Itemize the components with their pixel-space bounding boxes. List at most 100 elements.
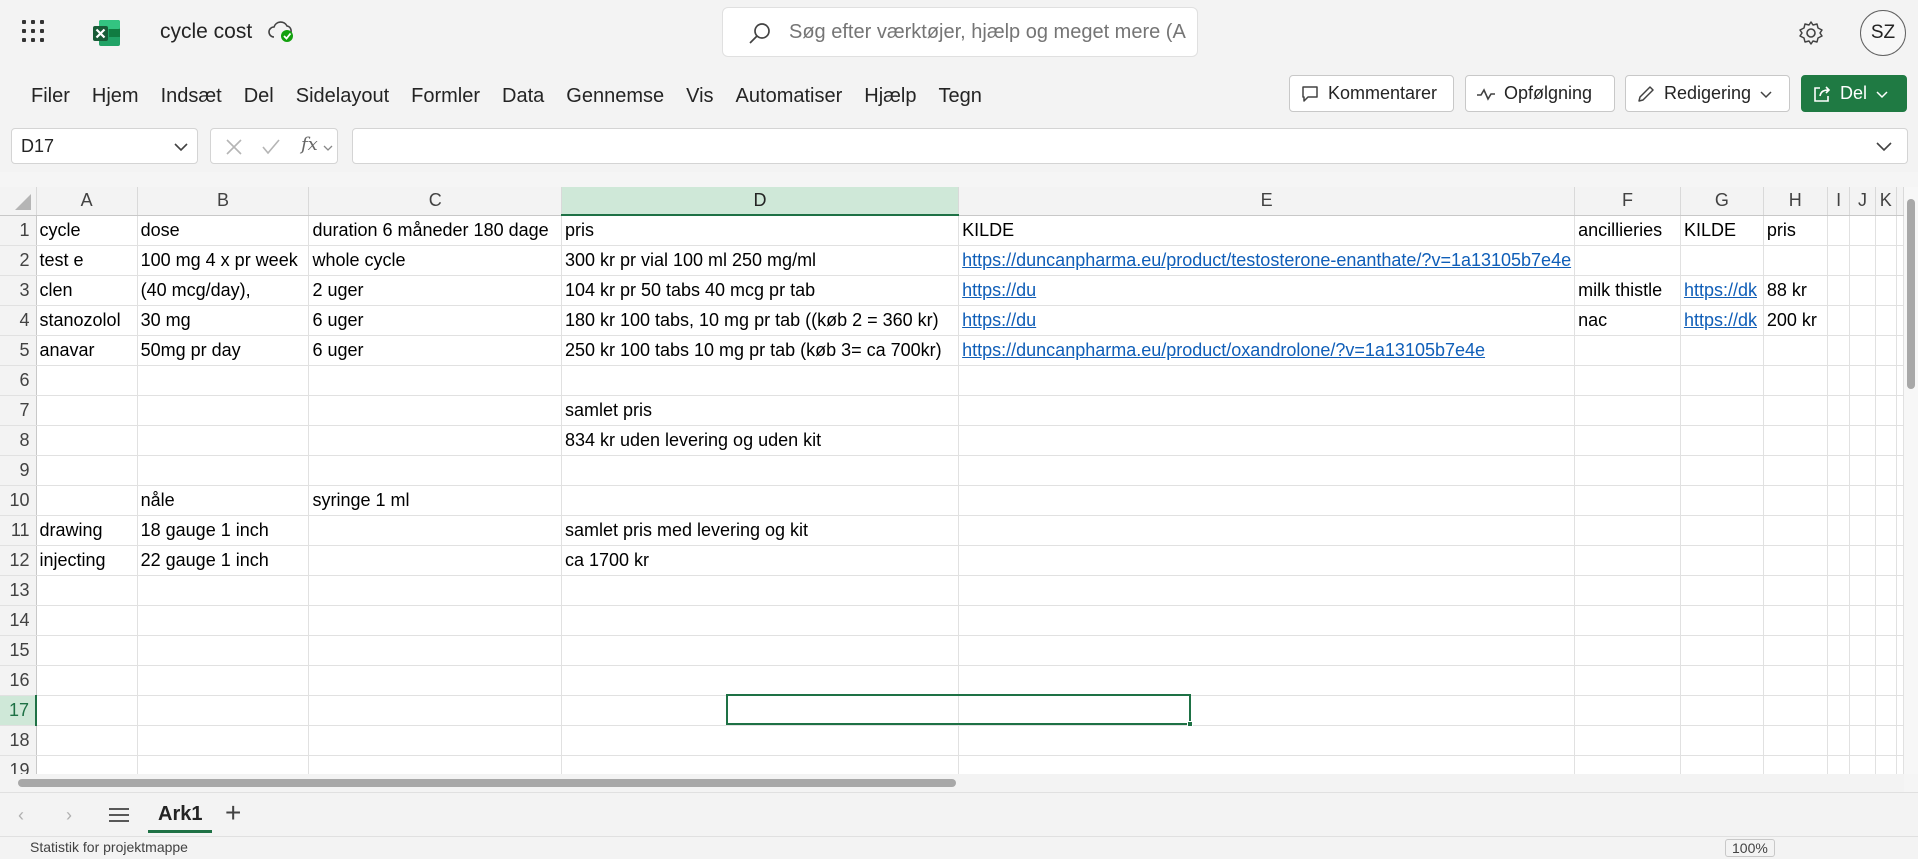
column-header-b[interactable]: B [137,187,310,216]
cell-j6[interactable] [1849,365,1876,396]
cell-c9[interactable] [308,455,562,486]
cell-d6[interactable] [561,365,960,396]
cell-i17[interactable] [1827,695,1851,726]
cell-b11[interactable]: 18 gauge 1 inch [137,515,310,546]
tab-view[interactable]: Vis [675,81,724,111]
cell-a7[interactable] [36,395,138,426]
row-header-4[interactable]: 4 [0,305,37,336]
cell-g8[interactable] [1680,425,1764,456]
cell-f12[interactable] [1574,545,1681,576]
cell-h9[interactable] [1763,455,1828,486]
cell-b2[interactable]: 100 mg 4 x pr week [137,245,310,276]
cell-h2[interactable] [1763,245,1828,276]
tab-help[interactable]: Hjælp [853,81,927,111]
cell-g6[interactable] [1680,365,1764,396]
cell-a15[interactable] [36,635,138,666]
horizontal-scrollbar[interactable] [0,774,1904,792]
row-header-6[interactable]: 6 [0,365,37,396]
cell-f19[interactable] [1574,755,1681,774]
cell-j9[interactable] [1849,455,1876,486]
cell-f6[interactable] [1574,365,1681,396]
cell-c13[interactable] [308,575,562,606]
cell-f11[interactable] [1574,515,1681,546]
column-header-g[interactable]: G [1680,187,1764,216]
cell-e11[interactable] [958,515,1576,546]
cell-e1[interactable]: KILDE [958,215,1576,246]
hyperlink[interactable]: https://duncanpharma.eu/product/oxandrol… [962,340,1485,360]
cell-i14[interactable] [1827,605,1851,636]
cell-c1[interactable]: duration 6 måneder 180 dage [308,215,562,246]
comments-button[interactable]: Kommentarer [1289,75,1454,112]
row-header-2[interactable]: 2 [0,245,37,276]
cancel-icon[interactable] [225,138,243,156]
cell-i8[interactable] [1827,425,1851,456]
cell-c19[interactable] [308,755,562,774]
cell-f18[interactable] [1574,725,1681,756]
cell-c17[interactable] [308,695,562,726]
cell-k6[interactable] [1875,365,1898,396]
cell-j2[interactable] [1849,245,1876,276]
select-all-corner[interactable] [0,187,37,216]
cell-g11[interactable] [1680,515,1764,546]
cell-e19[interactable] [958,755,1576,774]
cell-k18[interactable] [1875,725,1898,756]
cell-k15[interactable] [1875,635,1898,666]
cell-table[interactable]: A B C D E F G H I J K 1 cycle dose duration 6 måneder … [0,187,1904,774]
chevron-down-icon[interactable] [323,143,333,153]
cell-e3[interactable]: https://du [958,275,1576,306]
cell-h8[interactable] [1763,425,1828,456]
cell-d1[interactable]: pris [561,215,960,246]
cell-f5[interactable] [1574,335,1681,366]
cell-i12[interactable] [1827,545,1851,576]
column-header-h[interactable]: H [1763,187,1828,216]
cell-e18[interactable] [958,725,1576,756]
hyperlink[interactable]: https://dk [1684,280,1757,300]
tab-data[interactable]: Data [491,81,555,111]
cell-f4[interactable]: nac [1574,305,1681,336]
row-header-3[interactable]: 3 [0,275,37,306]
cloud-saved-icon[interactable] [267,20,295,44]
cell-c18[interactable] [308,725,562,756]
cell-a14[interactable] [36,605,138,636]
cell-k11[interactable] [1875,515,1898,546]
cell-e4[interactable]: https://du [958,305,1576,336]
cell-a6[interactable] [36,365,138,396]
cell-a16[interactable] [36,665,138,696]
cell-a2[interactable]: test e [36,245,138,276]
cell-b8[interactable] [137,425,310,456]
cell-d4[interactable]: 180 kr 100 tabs, 10 mg pr tab ((køb 2 = … [561,305,960,336]
row-header-11[interactable]: 11 [0,515,37,546]
cell-f13[interactable] [1574,575,1681,606]
tab-home[interactable]: Hjem [81,81,150,111]
cell-i6[interactable] [1827,365,1851,396]
tab-automate[interactable]: Automatiser [725,81,854,111]
cell-g9[interactable] [1680,455,1764,486]
cell-c11[interactable] [308,515,562,546]
cell-e5[interactable]: https://duncanpharma.eu/product/oxandrol… [958,335,1576,366]
cell-a17[interactable] [36,695,138,726]
hyperlink[interactable]: https://du [962,280,1036,300]
cell-h18[interactable] [1763,725,1828,756]
sheet-tab-ark1[interactable]: Ark1 [148,797,213,833]
cell-k5[interactable] [1875,335,1898,366]
vertical-scrollbar[interactable] [1904,187,1918,774]
column-header-k[interactable]: K [1875,187,1898,216]
cell-c7[interactable] [308,395,562,426]
cell-k16[interactable] [1875,665,1898,696]
cell-j7[interactable] [1849,395,1876,426]
cell-b14[interactable] [137,605,310,636]
cell-b7[interactable] [137,395,310,426]
cell-d18[interactable] [561,725,960,756]
cell-k12[interactable] [1875,545,1898,576]
cell-g15[interactable] [1680,635,1764,666]
cell-g2[interactable] [1680,245,1764,276]
cell-f2[interactable] [1574,245,1681,276]
add-sheet-icon[interactable]: + [225,797,241,829]
cell-h11[interactable] [1763,515,1828,546]
row-header-1[interactable]: 1 [0,215,37,246]
next-sheet-icon[interactable]: › [66,805,72,826]
cell-d2[interactable]: 300 kr pr vial 100 ml 250 mg/ml [561,245,960,276]
cell-e15[interactable] [958,635,1576,666]
insert-function-icon[interactable]: fx [301,134,318,155]
cell-k4[interactable] [1875,305,1898,336]
